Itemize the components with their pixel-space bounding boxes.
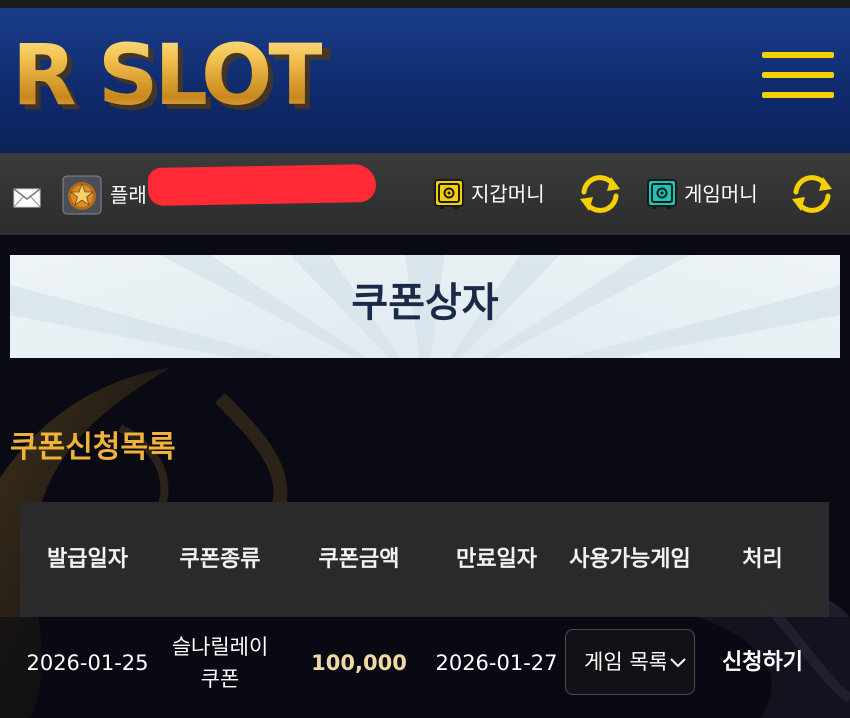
cell-coupon-type: 슬나릴레이 쿠폰 xyxy=(171,635,269,691)
game-safe-icon xyxy=(647,179,677,209)
apply-button[interactable]: 신청하기 xyxy=(705,617,820,709)
wallet-money-label: 지갑머니 xyxy=(471,182,545,206)
level-badge-icon xyxy=(62,175,102,215)
section-title: 쿠폰신청목록 xyxy=(10,430,176,465)
cell-expiry-date: 2026-01-27 xyxy=(435,651,558,675)
top-strip xyxy=(0,0,850,8)
cell-issue-date: 2026-01-25 xyxy=(26,651,149,675)
page-title: 쿠폰상자 xyxy=(351,280,499,326)
mail-icon[interactable] xyxy=(13,188,41,208)
column-header-expiry-date: 만료일자 xyxy=(456,546,537,572)
redaction-mark xyxy=(147,164,377,206)
refresh-icon[interactable] xyxy=(788,172,836,216)
refresh-icon[interactable] xyxy=(576,172,624,216)
chevron-down-icon xyxy=(670,658,686,668)
column-header-available-games: 사용가능게임 xyxy=(569,546,691,572)
column-header-coupon-amount: 쿠폰금액 xyxy=(318,546,400,572)
username: 플래 xyxy=(110,183,147,207)
column-header-coupon-type: 쿠폰종류 xyxy=(179,546,261,572)
cell-coupon-amount: 100,000 xyxy=(311,651,407,675)
wallet-safe-icon xyxy=(434,179,464,209)
column-header-action: 처리 xyxy=(742,546,783,572)
game-list-select[interactable]: 게임 목록 xyxy=(565,629,695,695)
site-logo[interactable]: R SLOT xyxy=(12,20,326,130)
hamburger-icon[interactable] xyxy=(758,48,838,110)
game-list-select-value: 게임 목록 xyxy=(584,650,666,674)
page-title-banner: 쿠폰상자 xyxy=(10,255,840,358)
game-money-label: 게임머니 xyxy=(684,182,758,206)
column-header-issue-date: 발급일자 xyxy=(47,546,128,572)
